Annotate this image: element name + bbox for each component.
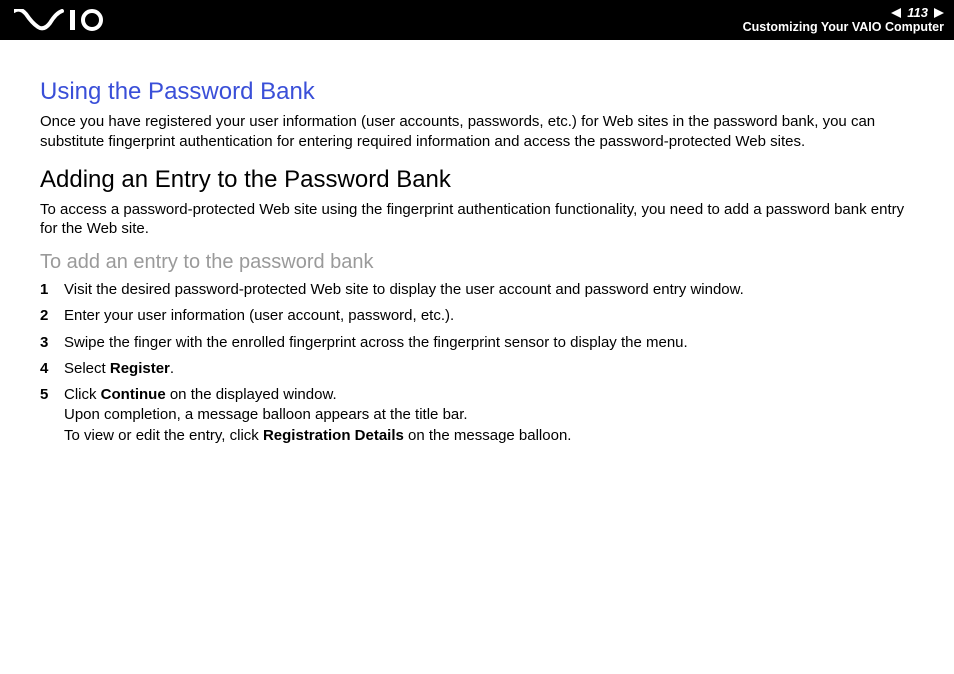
page-header: 113 Customizing Your VAIO Computer bbox=[0, 0, 954, 40]
step-5: 5 Click Continue on the displayed window… bbox=[40, 385, 914, 446]
step-text-part: on the displayed window. bbox=[166, 386, 337, 403]
page-content: Using the Password Bank Once you have re… bbox=[0, 40, 954, 446]
vaio-logo bbox=[14, 0, 124, 40]
step-2: 2 Enter your user information (user acco… bbox=[40, 306, 914, 326]
section-body-adding-entry: To access a password-protected Web site … bbox=[40, 200, 914, 240]
section-title-password-bank: Using the Password Bank bbox=[40, 78, 914, 106]
vaio-logo-svg bbox=[14, 9, 124, 31]
step-number: 5 bbox=[40, 385, 64, 405]
step-text-bold: Registration Details bbox=[263, 427, 404, 444]
step-3: 3 Swipe the finger with the enrolled fin… bbox=[40, 333, 914, 353]
section-body-password-bank: Once you have registered your user infor… bbox=[40, 112, 914, 152]
breadcrumb: Customizing Your VAIO Computer bbox=[743, 20, 944, 35]
section-title-adding-entry: Adding an Entry to the Password Bank bbox=[40, 166, 914, 194]
step-text-bold: Register bbox=[110, 360, 170, 377]
step-text-part: To view or edit the entry, click bbox=[64, 427, 263, 444]
page-number: 113 bbox=[907, 5, 928, 21]
procedure-title: To add an entry to the password bank bbox=[40, 251, 914, 274]
step-text: Click Continue on the displayed window. … bbox=[64, 385, 914, 446]
step-text-part: Click bbox=[64, 386, 101, 403]
procedure-steps: 1 Visit the desired password-protected W… bbox=[40, 280, 914, 446]
step-text: Select Register. bbox=[64, 359, 914, 379]
next-page-arrow-icon[interactable] bbox=[934, 8, 944, 18]
step-1: 1 Visit the desired password-protected W… bbox=[40, 280, 914, 300]
step-text-part: Upon completion, a message balloon appea… bbox=[64, 406, 468, 423]
step-text: Swipe the finger with the enrolled finge… bbox=[64, 333, 914, 353]
step-text-part: Select bbox=[64, 360, 110, 377]
step-text: Visit the desired password-protected Web… bbox=[64, 280, 914, 300]
step-text-part: . bbox=[170, 360, 174, 377]
step-text-bold: Continue bbox=[101, 386, 166, 403]
step-text-part: on the message balloon. bbox=[404, 427, 572, 444]
step-text: Enter your user information (user accoun… bbox=[64, 306, 914, 326]
step-number: 1 bbox=[40, 280, 64, 300]
step-number: 4 bbox=[40, 359, 64, 379]
prev-page-arrow-icon[interactable] bbox=[891, 8, 901, 18]
step-4: 4 Select Register. bbox=[40, 359, 914, 379]
step-number: 3 bbox=[40, 333, 64, 353]
step-number: 2 bbox=[40, 306, 64, 326]
header-right: 113 Customizing Your VAIO Computer bbox=[743, 5, 944, 36]
page-nav: 113 bbox=[743, 5, 944, 21]
